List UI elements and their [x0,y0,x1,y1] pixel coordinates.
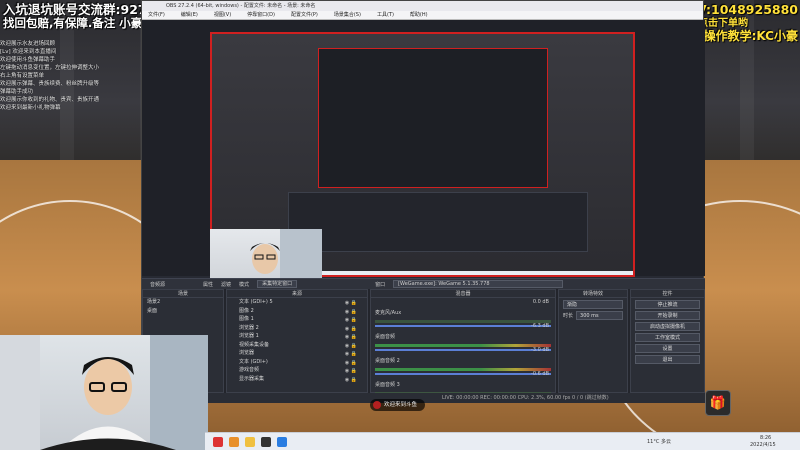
source-item[interactable]: 浏览器 2 ◉ 🔒 [227,324,367,333]
danmaku-chat-panel: 欢迎展示水友进场回顾 [Lv] 欢迎来到本直播间 欢迎使用斗鱼弹幕助手 左键拖动… [0,40,140,290]
source-item[interactable]: 浏览器 ◉ 🔒 [227,349,367,358]
scene-item[interactable]: 场景2 [143,298,223,307]
weather-text[interactable]: 11°C 多云 [647,438,671,445]
source-label: 视频采集设备 [239,341,270,348]
window-select[interactable]: [WeGame.exe]: WeGame 5.1.35.778 [393,280,564,288]
controls-dock: 控件 停止推流 开始录制 启动虚拟摄像机 工作室模式 设置 退出 [630,289,705,393]
clock-time[interactable]: 8:26 [760,435,771,441]
source-label: 文本 (GDI+) 5 [239,299,273,305]
source-label: 浏览器 1 [239,333,259,339]
chat-line: 欢迎展示你收到的礼物、贵宾、贵族开通 [0,97,100,103]
source-label: 图像 1 [239,316,254,322]
duration-label: 时长 [563,313,574,319]
audio-source-label: 音频源 [150,281,166,288]
menu-scene-collection[interactable]: 场景集合(S) [334,11,361,19]
mixer-channel-level: -6.3 dB [531,323,549,329]
transitions-header: 转场特效 [559,290,627,298]
properties-button[interactable]: 属性 [203,281,213,288]
gift-icon[interactable]: 🎁 [705,390,731,416]
menu-file[interactable]: 文件(F) [148,11,165,19]
menu-docks[interactable]: 停靠窗口(D) [247,11,275,19]
source-label: 显示器采集 [239,375,265,382]
capture-mode-select[interactable]: 采集特定窗口 [257,280,298,288]
chat-line: 欢迎展示水友进场回顾 [0,41,56,47]
chat-line: 左键拖动消息变位置，左键拉伸调整大小 [0,65,100,71]
menu-edit[interactable]: 编辑(E) [181,11,198,19]
mixer-channel: 桌面音频 -6.3 dB [371,322,555,351]
source-item[interactable]: 浏览器 1 ◉ 🔒 [227,332,367,341]
obs-title-bar: OBS 27.2.4 (64-bit, windows) - 配置文件: 未命名… [142,1,703,11]
source-item[interactable]: 显示器采集 ◉ 🔒 [227,375,367,384]
chat-line: 欢迎使用斗鱼弹幕助手 [0,57,56,63]
app-icon[interactable] [277,437,287,447]
app-icon[interactable] [245,437,255,447]
mixer-channel-level: -3.0 dB [531,347,549,353]
obs-docks: 场景 场景2 桌面 来源 文本 (GDI+) 5 ◉ 🔒 图像 2 ◉ 🔒 图像 1… [142,289,705,399]
chat-line: 欢迎展示弹幕、贵族续费、粉丝牌升级等 [0,81,100,87]
sources-header: 来源 [227,290,367,298]
source-item[interactable]: 图像 2 ◉ 🔒 [227,307,367,316]
mixer-header: 混音器 [371,290,555,298]
scenes-header: 场景 [143,290,223,298]
mixer-channel-level: -0.6 dB [531,371,549,377]
exit-button[interactable]: 退出 [635,355,700,364]
menu-view[interactable]: 视图(V) [214,11,231,19]
scene-item[interactable]: 桌面 [143,307,223,316]
menu-tools[interactable]: 工具(T) [377,11,394,19]
start-recording-button[interactable]: 开始录制 [635,311,700,320]
mode-label: 模式 [239,281,250,288]
obs-preview-area[interactable] [142,20,705,290]
virtual-camera-button[interactable]: 启动虚拟摄像机 [635,322,700,331]
sources-dock: 来源 文本 (GDI+) 5 ◉ 🔒 图像 2 ◉ 🔒 图像 1 ◉ 🔒 浏览器 2 ◉… [226,289,368,393]
eye-icon[interactable]: ◉ 🔒 [345,376,357,385]
chat-line: [Lv] 欢迎来到本直播间 [0,49,57,55]
nested-obs-docks [288,192,588,252]
mixer-channel: 麦克风/Aux 0.0 dB [371,298,555,327]
mixer-channel-name: 麦克风/Aux [375,310,402,316]
source-item[interactable]: 文本 (GDI+) 5 ◉ 🔒 [227,298,367,307]
duration-input[interactable]: 300 ms [576,311,623,320]
filters-button[interactable]: 滤镜 [221,281,231,288]
source-label: 图像 2 [239,307,254,314]
windows-taskbar: 11°C 多云 8:26 2022/4/15 [205,432,800,450]
transitions-dock: 转场特效 渐隐 时长 300 ms [558,289,628,393]
menu-profile[interactable]: 配置文件(P) [291,11,318,19]
source-item[interactable]: 游戏音频 ◉ 🔒 [227,366,367,375]
mixer-dock: 混音器 麦克风/Aux 0.0 dB 桌面音频 -6.3 dB 桌面音频 2 -… [370,289,556,399]
app-icon[interactable] [261,437,271,447]
settings-button[interactable]: 设置 [635,344,700,353]
studio-mode-button[interactable]: 工作室模式 [635,333,700,342]
mixer-channel-name: 桌面音频 2 [375,358,400,364]
mixer-channel-level: 0.0 dB [532,299,549,305]
app-icon[interactable] [213,437,223,447]
mixer-channel-name: 桌面音频 [375,334,396,340]
source-item[interactable]: 文本 (GDI+) ◉ 🔒 [227,358,367,367]
stop-streaming-button[interactable]: 停止推流 [635,300,700,309]
source-toolbar: 音频源 属性 滤镜 模式 采集特定窗口 窗口 [WeGame.exe]: WeG… [142,278,705,289]
stream-caption-bubble: 欢迎来到斗鱼 [370,399,426,411]
mixer-channel-name: 桌面音频 3 [375,382,400,388]
window-label: 窗口 [375,281,386,288]
chat-line: 欢迎来到最新小礼物弹幕 [0,105,61,111]
source-label: 游戏音频 [239,367,260,373]
source-label: 文本 (GDI+) [239,358,268,365]
obs-window[interactable]: OBS 27.2.4 (64-bit, windows) - 配置文件: 未命名… [141,0,705,403]
source-label: 浏览器 [239,350,255,356]
clock-date[interactable]: 2022/4/15 [750,442,776,448]
transition-select[interactable]: 渐隐 [563,300,623,309]
source-label: 浏览器 2 [239,324,259,331]
nested-preview [318,48,548,188]
menu-help[interactable]: 帮助(H) [410,11,428,19]
webcam-overlay [0,335,208,450]
controls-header: 控件 [631,290,704,298]
chat-line: 右上角有设置菜单 [0,73,45,79]
chat-line: 弹幕助手成功 [0,89,34,95]
obs-menu-bar: 文件(F) 编辑(E) 视图(V) 停靠窗口(D) 配置文件(P) 场景集合(S… [142,11,703,20]
source-item[interactable]: 视频采集设备 ◉ 🔒 [227,341,367,350]
mixer-channel: 桌面音频 2 -3.0 dB [371,346,555,375]
source-item[interactable]: 图像 1 ◉ 🔒 [227,315,367,324]
mixer-channel: 桌面音频 3 -0.6 dB [371,370,555,399]
app-icon[interactable] [229,437,239,447]
